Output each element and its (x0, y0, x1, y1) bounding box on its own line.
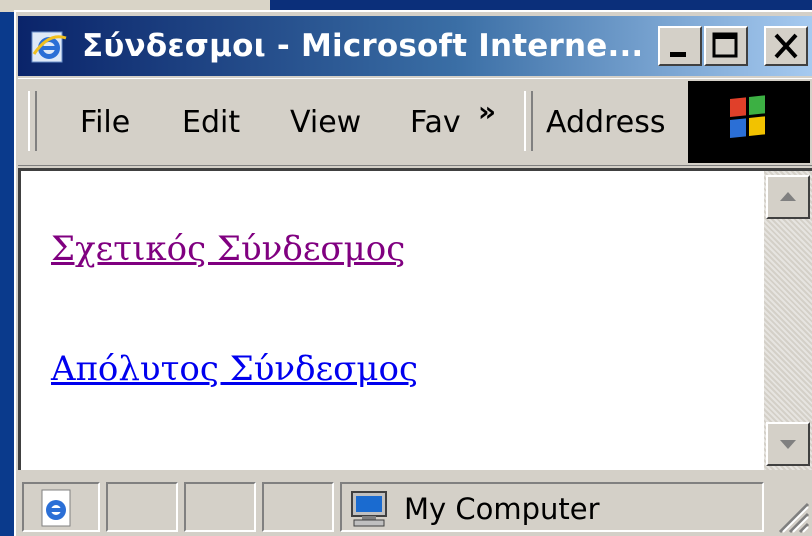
menu-file[interactable]: File (80, 105, 130, 140)
relative-link[interactable]: Σχετικός Σύνδεσμος (51, 229, 405, 269)
status-pane-3 (262, 482, 334, 532)
window-title: Σύνδεσμοι - Microsoft Interne... (82, 28, 644, 64)
page-content: Σχετικός Σύνδεσμος Απόλυτος Σύνδεσμος (18, 168, 812, 470)
status-pane-1 (106, 482, 178, 532)
address-grip[interactable] (524, 91, 533, 151)
address-label[interactable]: Address (546, 105, 665, 140)
menu-bar: File Edit View Fav » Address (18, 78, 812, 166)
maximize-button[interactable] (704, 26, 748, 66)
close-icon (774, 33, 798, 59)
absolute-link[interactable]: Απόλυτος Σύνδεσμος (51, 349, 418, 389)
arrow-up-icon (780, 192, 796, 201)
minimize-button[interactable] (658, 26, 702, 66)
windows-logo-throbber (688, 81, 810, 163)
menu-view[interactable]: View (290, 105, 361, 140)
zone-label: My Computer (404, 492, 600, 526)
status-pane-zone: My Computer (340, 482, 764, 532)
menu-grip[interactable] (28, 91, 37, 151)
status-bar: My Computer (18, 474, 812, 536)
vertical-scrollbar[interactable] (764, 171, 812, 470)
title-bar[interactable]: Σύνδεσμοι - Microsoft Interne... (18, 16, 812, 76)
maximize-icon (712, 32, 738, 58)
status-pane-2 (184, 482, 256, 532)
ie-app-icon[interactable] (30, 28, 68, 66)
computer-icon (351, 491, 387, 527)
minimize-icon (670, 52, 686, 57)
windows-logo-icon (730, 95, 765, 138)
resize-grip-icon[interactable] (770, 494, 810, 534)
browser-window: Σύνδεσμοι - Microsoft Interne... File Ed… (14, 10, 812, 536)
menu-overflow-chevron[interactable]: » (478, 95, 496, 128)
arrow-down-icon (780, 440, 796, 449)
status-pane-page (22, 482, 100, 532)
menu-favorites[interactable]: Fav (410, 105, 461, 140)
scroll-up-button[interactable] (766, 175, 810, 219)
ie-page-icon (41, 489, 71, 527)
scroll-down-button[interactable] (766, 422, 810, 466)
menu-edit[interactable]: Edit (182, 105, 240, 140)
close-button[interactable] (764, 26, 808, 66)
